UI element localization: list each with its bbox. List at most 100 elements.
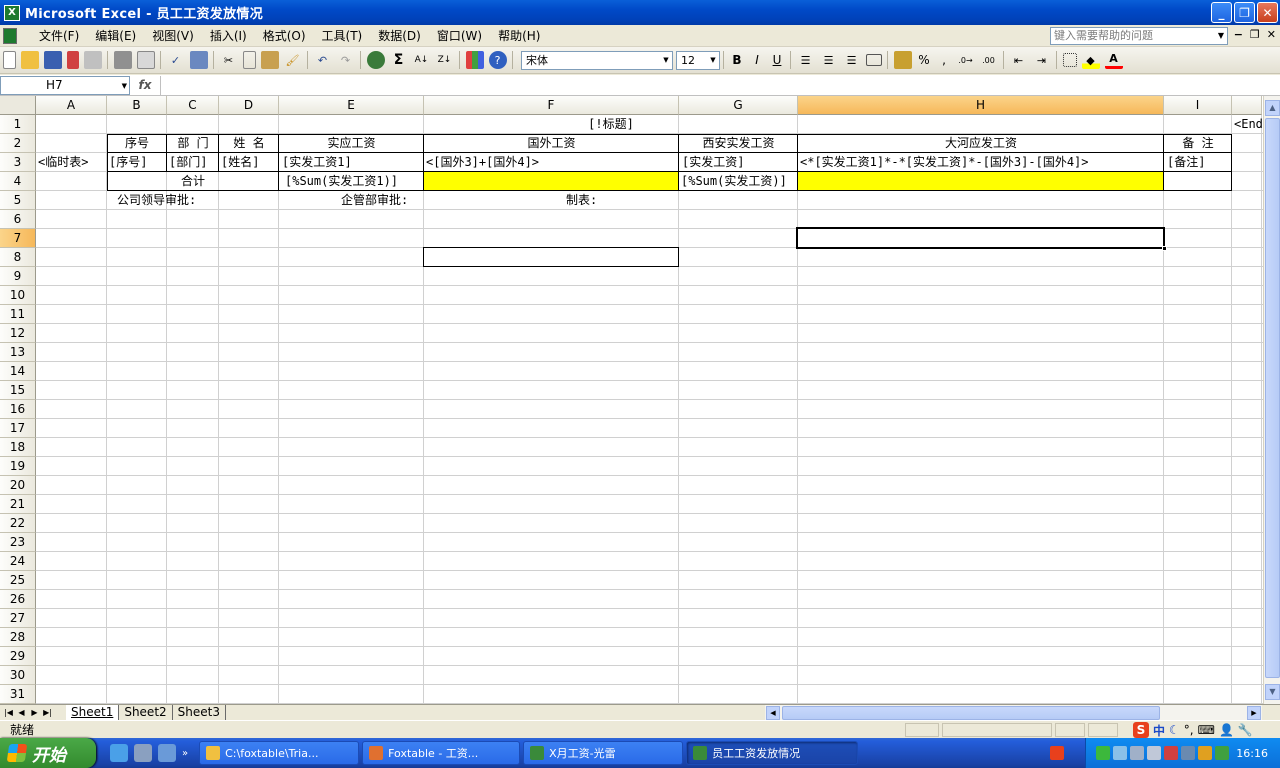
underline-button[interactable]: U (767, 50, 787, 70)
more-quicklaunch-icon[interactable]: » (182, 748, 188, 759)
row-header-25[interactable]: 25 (0, 571, 36, 590)
chart-wizard-icon[interactable] (465, 51, 484, 69)
row-header-5[interactable]: 5 (0, 191, 36, 210)
column-header-b[interactable]: B (107, 96, 167, 115)
help-search-input[interactable]: 键入需要帮助的问题 ▼ (1050, 27, 1228, 45)
format-painter-icon[interactable]: 🖌 (284, 51, 302, 69)
new-doc-icon[interactable] (2, 51, 16, 69)
menu-item-6[interactable]: 数据(D) (370, 26, 429, 46)
row-header-9[interactable]: 9 (0, 267, 36, 286)
ime-mode[interactable]: 中 (1153, 722, 1165, 739)
last-sheet-icon[interactable]: ▶| (41, 708, 54, 717)
doc-minimize-icon[interactable]: − (1234, 28, 1243, 41)
sort-descending-icon[interactable]: Z↓ (436, 51, 454, 69)
research-icon[interactable] (189, 51, 208, 69)
cell-h2[interactable]: 大河应发工资 (798, 134, 1164, 153)
row-header-18[interactable]: 18 (0, 438, 36, 457)
column-header-d[interactable]: D (219, 96, 279, 115)
row-header-15[interactable]: 15 (0, 381, 36, 400)
network-icon[interactable] (1113, 746, 1127, 760)
cell-f5[interactable]: 制表: (566, 191, 656, 210)
taskbar-button-1[interactable]: Foxtable - 工资... (362, 741, 521, 765)
taskbar-button-3[interactable]: 员工工资发放情况 (686, 741, 859, 765)
cell-g2[interactable]: 西安实发工资 (679, 134, 798, 153)
cell-e5[interactable]: 企管部审批: (341, 191, 481, 210)
sogou-ime-icon[interactable]: S (1133, 722, 1149, 738)
sheet-tab-sheet1[interactable]: Sheet1 (66, 705, 120, 720)
cell-f2[interactable]: 国外工资 (424, 134, 679, 153)
security-icon[interactable] (1198, 746, 1212, 760)
scroll-up-icon[interactable]: ▲ (1265, 100, 1280, 116)
increase-decimal-icon[interactable]: .0→ (957, 51, 975, 69)
scroll-left-icon[interactable]: ◀ (766, 706, 780, 720)
comma-button[interactable]: , (934, 50, 954, 70)
chevron-down-icon[interactable]: ▼ (1215, 28, 1227, 44)
bold-button[interactable]: B (727, 50, 747, 70)
cell-b4[interactable]: 合计 (107, 172, 279, 191)
decrease-decimal-icon[interactable]: .00 (980, 51, 998, 69)
row-header-24[interactable]: 24 (0, 552, 36, 571)
vertical-scroll-thumb[interactable] (1265, 118, 1280, 678)
volume-icon[interactable] (1147, 746, 1161, 760)
cell-e2[interactable]: 实应工资 (279, 134, 424, 153)
menu-item-3[interactable]: 插入(I) (202, 26, 255, 46)
row-header-27[interactable]: 27 (0, 609, 36, 628)
cell-b5[interactable]: 公司领导审批: (117, 191, 257, 210)
row-header-20[interactable]: 20 (0, 476, 36, 495)
cell-i2[interactable]: 备 注 (1164, 134, 1232, 153)
row-header-29[interactable]: 29 (0, 647, 36, 666)
cell-b3[interactable]: [序号] (109, 153, 169, 172)
cell-a3[interactable]: <临时表> (38, 153, 109, 172)
spelling-icon[interactable]: ✓ (167, 51, 185, 69)
help-icon[interactable]: ? (488, 51, 507, 69)
row-header-1[interactable]: 1 (0, 115, 36, 134)
column-header-g[interactable]: G (679, 96, 798, 115)
cell-c2[interactable]: 部 门 (167, 134, 219, 153)
horizontal-scroll-thumb[interactable] (782, 706, 1160, 720)
decrease-indent-icon[interactable]: ⇤ (1010, 51, 1028, 69)
worksheet-grid[interactable]: A B C D E F G H I 1 2 3 4 5 6 7 8 9 10 11 12 13 14 15 16 17 18 19 20… (0, 96, 1263, 704)
save-icon[interactable] (43, 51, 62, 69)
taskbar-button-0[interactable]: C:\foxtable\Tria... (199, 741, 360, 765)
close-button[interactable]: ✕ (1257, 2, 1278, 23)
cell-g3[interactable]: [实发工资] (682, 153, 801, 172)
italic-button[interactable]: I (747, 50, 767, 70)
select-all-corner[interactable] (0, 96, 36, 115)
open-folder-icon[interactable] (20, 51, 39, 69)
merge-center-icon[interactable] (865, 54, 882, 66)
sheet-tab-sheet3[interactable]: Sheet3 (173, 705, 226, 720)
menu-item-7[interactable]: 窗口(W) (429, 26, 490, 46)
currency-icon[interactable] (893, 51, 912, 69)
font-size-select[interactable]: 12 ▼ (676, 50, 720, 70)
sogou-tray-icon[interactable] (1050, 746, 1064, 760)
cell-d3[interactable]: [姓名] (221, 153, 281, 172)
increase-indent-icon[interactable]: ⇥ (1033, 51, 1051, 69)
bordered-cell-f8[interactable] (423, 247, 679, 267)
doc-restore-icon[interactable]: ❐ (1250, 28, 1260, 41)
row-header-6[interactable]: 6 (0, 210, 36, 229)
browser-icon[interactable] (158, 744, 176, 762)
row-header-30[interactable]: 30 (0, 666, 36, 685)
vertical-scrollbar[interactable]: ▲ ▼ (1263, 96, 1280, 704)
menu-item-2[interactable]: 视图(V) (144, 26, 202, 46)
cell-g4[interactable]: [%Sum(实发工资)] (681, 172, 810, 191)
undo-icon[interactable]: ↶ (314, 51, 332, 69)
signal-icon[interactable] (1096, 746, 1110, 760)
cell-h3[interactable]: <*[实发工资1]*-*[实发工资]*-[国外3]-[国外4]> (800, 153, 1166, 172)
excel-app-icon[interactable]: X (4, 4, 20, 21)
doc-close-icon[interactable]: ✕ (1267, 28, 1276, 41)
formula-input[interactable] (160, 75, 1280, 95)
redo-icon[interactable]: ↷ (337, 51, 355, 69)
column-header-e[interactable]: E (279, 96, 424, 115)
row-header-23[interactable]: 23 (0, 533, 36, 552)
row-header-13[interactable]: 13 (0, 343, 36, 362)
row-header-8[interactable]: 8 (0, 248, 36, 267)
paste-icon[interactable] (260, 51, 279, 69)
row-header-4[interactable]: 4 (0, 172, 36, 191)
print-preview-icon[interactable] (136, 51, 155, 69)
restore-button[interactable]: ❐ (1234, 2, 1255, 23)
first-sheet-icon[interactable]: |◀ (2, 708, 15, 717)
chevron-down-icon[interactable]: ▼ (122, 78, 127, 95)
ie-icon[interactable] (110, 744, 128, 762)
minimize-button[interactable]: _ (1211, 2, 1232, 23)
